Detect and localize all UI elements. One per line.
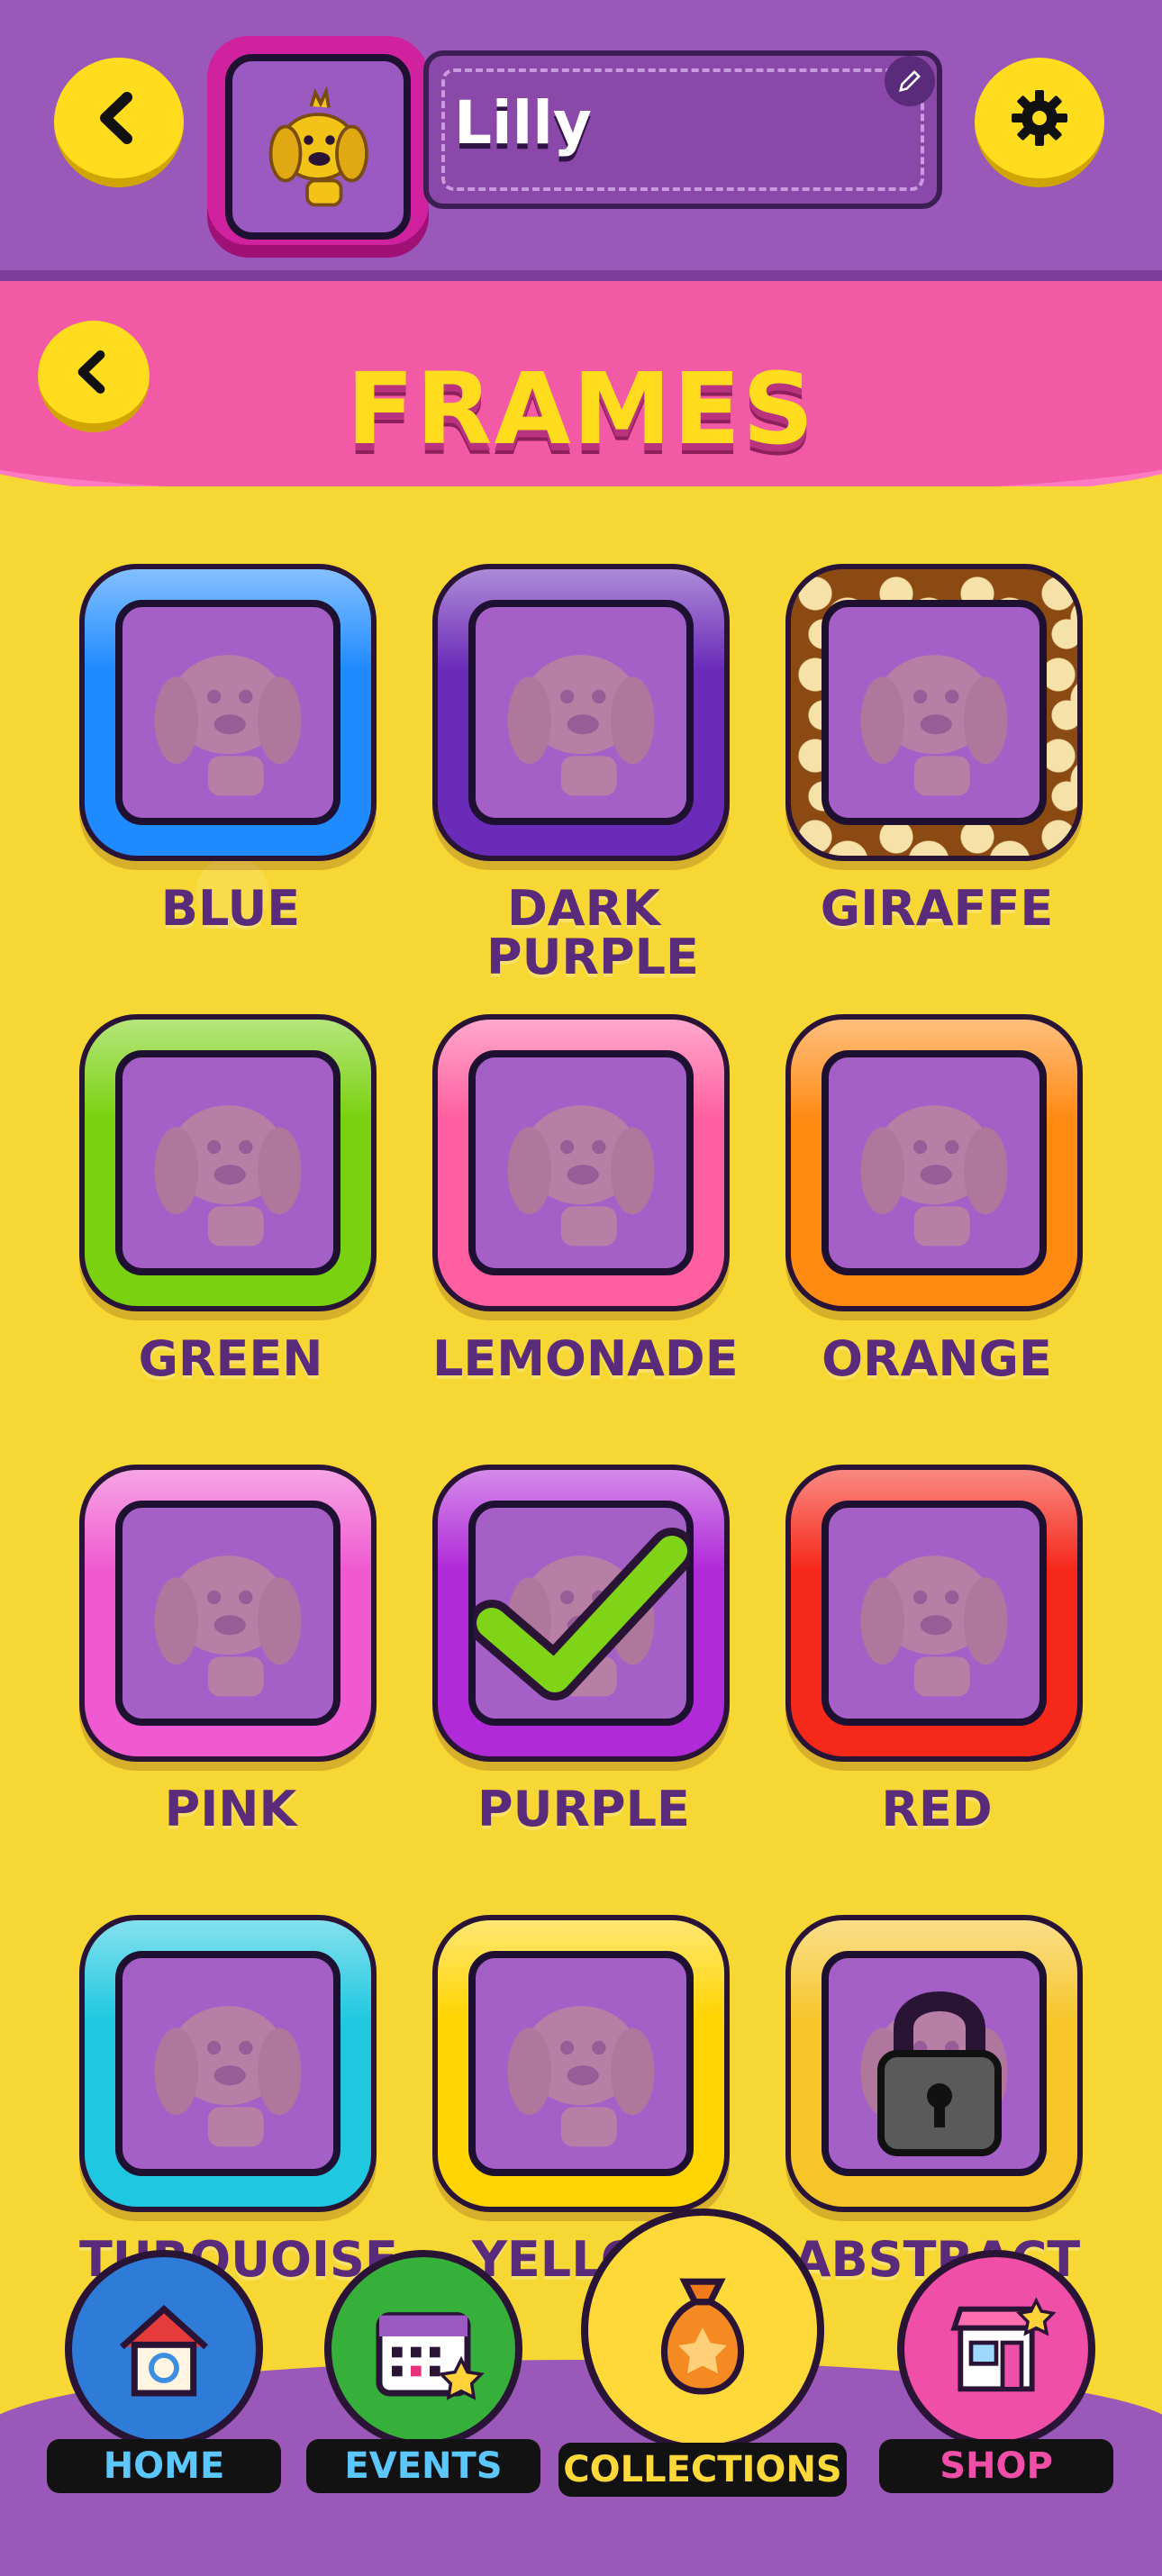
frame-tile[interactable]: GREEN: [79, 1014, 382, 1383]
frame-label: BLUE: [160, 880, 301, 937]
shop-icon: [950, 2297, 1057, 2392]
frame-label: ORANGE: [822, 1330, 1052, 1387]
player-avatar[interactable]: [207, 36, 429, 258]
frame-tile[interactable]: TURQUOISE: [79, 1915, 398, 2284]
checkmark-icon: [474, 1528, 690, 1701]
chevron-left-icon: [100, 92, 132, 144]
frame-swatch: [785, 1465, 1083, 1762]
nav-shop-label: SHOP: [879, 2439, 1113, 2493]
frame-swatch: [432, 1465, 730, 1762]
dog-placeholder-icon: [507, 655, 655, 796]
header-back-button[interactable]: [54, 58, 184, 187]
frame-swatch: [785, 1014, 1083, 1311]
frame-swatch: [79, 1465, 377, 1762]
frame-label: RED: [881, 1781, 993, 1837]
money-bag-icon: [660, 2278, 745, 2395]
nav-events-label: EVENTS: [306, 2439, 540, 2493]
frame-tile[interactable]: DARK PURPLE: [432, 564, 735, 982]
frame-swatch: [79, 1915, 377, 2212]
pencil-icon: [899, 69, 921, 92]
nav-shop[interactable]: SHOP: [879, 2250, 1113, 2493]
dog-placeholder-icon: [154, 655, 302, 796]
dog-placeholder-icon: [154, 1556, 302, 1697]
frame-swatch: [432, 1014, 730, 1311]
nav-collections[interactable]: COLLECTIONS: [558, 2209, 847, 2497]
house-icon: [119, 2304, 209, 2397]
frame-swatch: [785, 1915, 1083, 2212]
nav-events[interactable]: EVENTS: [306, 2250, 540, 2493]
dog-placeholder-icon: [507, 2006, 655, 2147]
dog-avatar-icon: [268, 86, 368, 207]
frame-tile[interactable]: RED: [785, 1465, 1088, 1834]
dog-placeholder-icon: [154, 1105, 302, 1247]
dog-placeholder-icon: [507, 1105, 655, 1247]
settings-button[interactable]: [975, 58, 1104, 187]
lock-icon: [877, 1991, 1002, 2156]
gear-icon: [1012, 90, 1067, 146]
frame-label: LEMONADE: [432, 1330, 739, 1387]
frame-tile[interactable]: LEMONADE: [432, 1014, 739, 1387]
frame-label: GIRAFFE: [820, 880, 1054, 937]
frame-swatch: [432, 1915, 730, 2212]
nav-collections-label: COLLECTIONS: [558, 2443, 847, 2497]
frame-swatch: [79, 564, 377, 861]
frame-swatch: [785, 564, 1083, 861]
frame-tile[interactable]: GIRAFFE: [785, 564, 1088, 933]
nav-home[interactable]: HOME: [47, 2250, 281, 2493]
frame-label: GREEN: [138, 1330, 323, 1387]
frame-label: PURPLE: [477, 1781, 690, 1837]
dog-placeholder-icon: [154, 2006, 302, 2147]
frame-tile[interactable]: ORANGE: [785, 1014, 1088, 1383]
player-name: Lilly: [454, 88, 592, 158]
frame-label: PINK: [164, 1781, 297, 1837]
frame-swatch: [432, 564, 730, 861]
frame-tile[interactable]: PURPLE: [432, 1465, 735, 1834]
frame-label: DARK PURPLE: [486, 880, 699, 985]
dog-placeholder-icon: [860, 1105, 1008, 1247]
nav-home-label: HOME: [47, 2439, 281, 2493]
frame-tile[interactable]: BLUE: [79, 564, 382, 933]
page-title: FRAMES: [346, 351, 816, 467]
calendar-icon: [376, 2312, 485, 2400]
edit-name-button[interactable]: [885, 56, 935, 106]
frame-tile[interactable]: PINK: [79, 1465, 382, 1834]
dog-placeholder-icon: [860, 655, 1008, 796]
dog-placeholder-icon: [860, 1556, 1008, 1697]
frame-swatch: [79, 1014, 377, 1311]
